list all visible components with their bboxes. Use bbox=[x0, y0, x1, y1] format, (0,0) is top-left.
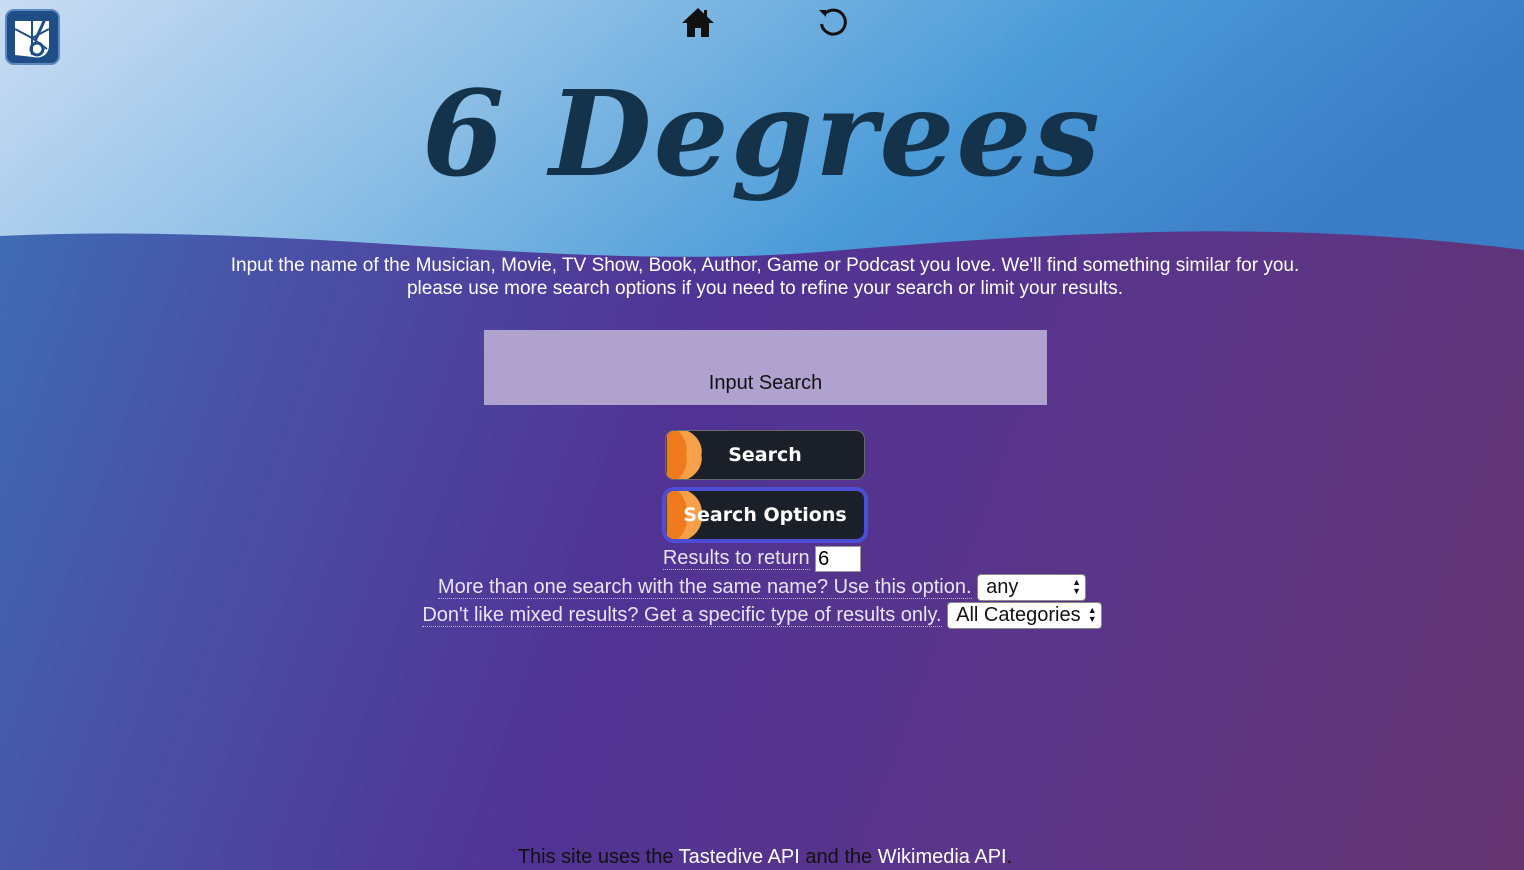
intro-line-2: please use more search options if you ne… bbox=[406, 278, 1124, 299]
intro-text: Input the name of the Musician, Movie, T… bbox=[0, 254, 1524, 300]
wikimedia-api-link[interactable]: Wikimedia API bbox=[878, 846, 1007, 868]
same-name-label: More than one search with the same name?… bbox=[437, 575, 972, 599]
select-arrows-icon: ▲ ▼ bbox=[1072, 577, 1082, 596]
button-accent-stripe bbox=[666, 431, 702, 479]
footer-text-middle: and the bbox=[805, 846, 873, 868]
site-logo[interactable] bbox=[5, 9, 60, 65]
footer-text-suffix: . bbox=[1006, 846, 1013, 868]
search-options-button-label: Search Options bbox=[683, 504, 847, 526]
results-count-input[interactable] bbox=[815, 546, 862, 572]
footer-text-prefix: This site uses the bbox=[517, 846, 674, 868]
category-selected-value: All Categories bbox=[956, 604, 1081, 626]
same-name-select[interactable]: any ▲ ▼ bbox=[977, 574, 1087, 601]
category-label: Don't like mixed results? Get a specific… bbox=[422, 603, 942, 627]
search-button[interactable]: Search bbox=[665, 430, 865, 480]
page-title: 6 Degrees bbox=[422, 64, 1102, 203]
tastedive-api-link[interactable]: Tastedive API bbox=[679, 846, 800, 868]
category-select[interactable]: All Categories ▲ ▼ bbox=[947, 602, 1102, 629]
same-name-row: More than one search with the same name?… bbox=[0, 574, 1524, 601]
footer: This site uses the Tastedive API and the… bbox=[0, 846, 1524, 869]
same-name-selected-value: any bbox=[986, 576, 1019, 598]
category-row: Don't like mixed results? Get a specific… bbox=[0, 602, 1524, 629]
refresh-icon[interactable] bbox=[815, 4, 851, 40]
home-icon[interactable] bbox=[680, 4, 716, 40]
select-arrows-icon: ▲ ▼ bbox=[1087, 605, 1097, 624]
search-button-label: Search bbox=[728, 444, 802, 466]
intro-line-1: Input the name of the Musician, Movie, T… bbox=[230, 255, 1300, 276]
results-count-label: Results to return bbox=[662, 547, 810, 571]
search-input[interactable] bbox=[484, 330, 1047, 405]
results-count-row: Results to return bbox=[0, 546, 1524, 572]
paint-palette-logo-icon bbox=[14, 18, 50, 58]
search-options-button[interactable]: Search Options bbox=[665, 490, 865, 540]
